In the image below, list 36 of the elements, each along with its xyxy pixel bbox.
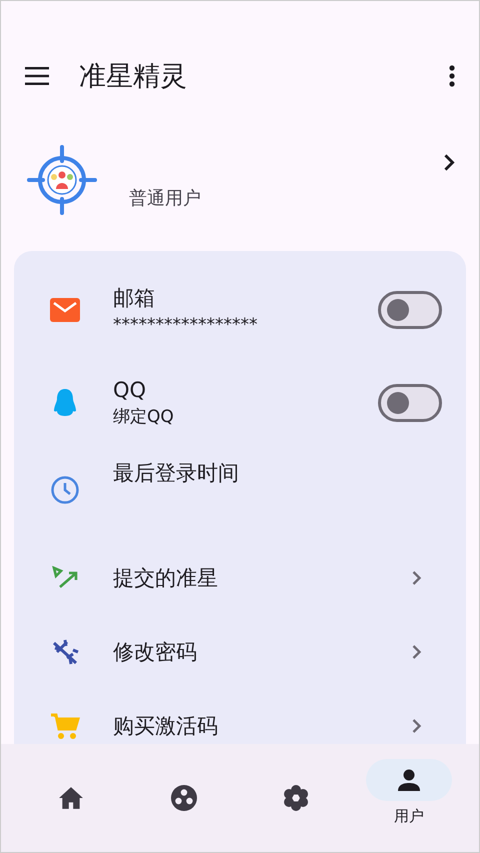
toggle-switch[interactable] <box>378 290 442 328</box>
person-icon <box>396 768 421 790</box>
setting-value: 绑定QQ <box>113 406 175 428</box>
toggle-switch[interactable] <box>378 384 442 422</box>
settings-row[interactable]: 最后登录时间 <box>14 449 466 541</box>
cart-icon <box>50 712 80 740</box>
crosshair-avatar-icon <box>27 145 97 215</box>
setting-title: 购买激活码 <box>113 713 219 740</box>
chevron-right-icon <box>411 570 422 586</box>
setting-title: 修改密码 <box>113 639 198 666</box>
chevron-right-icon <box>411 718 422 734</box>
settings-row[interactable]: 提交的准星 <box>14 541 466 615</box>
menu-icon[interactable] <box>25 67 49 85</box>
chevron-right-icon <box>411 644 422 660</box>
circle-dots-icon <box>170 784 198 812</box>
setting-title: QQ <box>113 378 148 402</box>
settings-row[interactable]: QQ 绑定QQ <box>14 356 466 449</box>
nav-label: 用户 <box>394 806 424 826</box>
more-icon[interactable] <box>449 65 455 87</box>
mail-icon <box>50 298 80 322</box>
penguin-icon <box>53 388 77 418</box>
user-type: 普通用户 <box>129 187 202 210</box>
nav-tab[interactable] <box>366 758 452 800</box>
settings-row[interactable]: 邮箱 ***************** <box>14 263 466 356</box>
setting-value: ***************** <box>113 315 258 335</box>
chevron-right-icon <box>443 152 455 172</box>
setting-title: 最后登录时间 <box>113 460 240 487</box>
profile-row[interactable]: 普通用户 <box>1 125 479 235</box>
setting-title: 提交的准星 <box>113 565 219 592</box>
app-title: 准星精灵 <box>79 60 188 94</box>
home-icon <box>58 786 84 810</box>
settings-row[interactable]: 购买激活码 <box>14 689 466 744</box>
flower-icon <box>282 784 310 812</box>
clock-icon <box>50 475 80 505</box>
setting-title: 邮箱 <box>113 285 156 312</box>
settings-row[interactable]: 修改密码 <box>14 615 466 689</box>
